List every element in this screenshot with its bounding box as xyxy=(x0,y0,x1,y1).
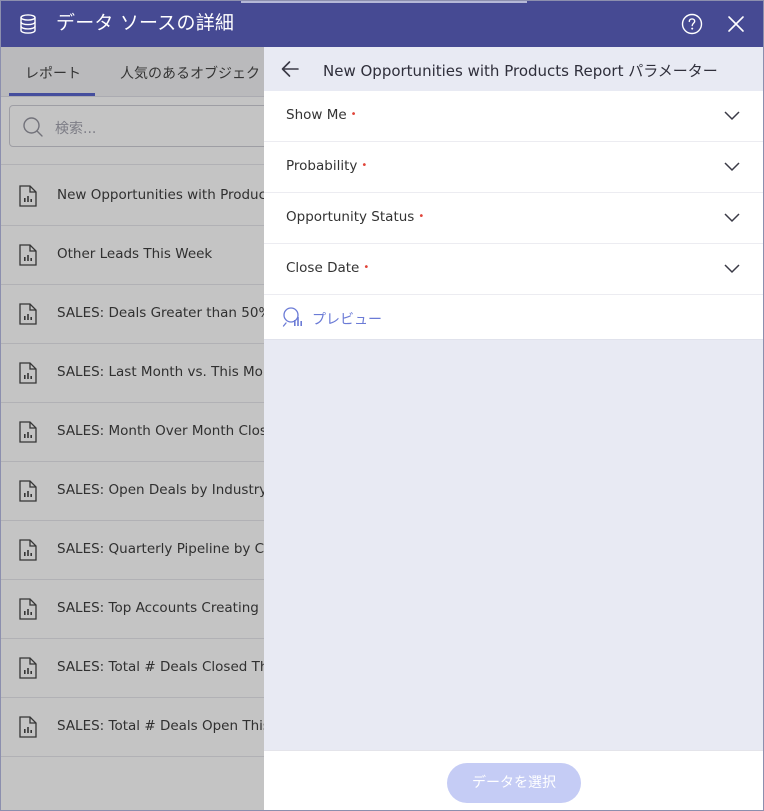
select-data-button[interactable]: データを選択 xyxy=(447,763,581,803)
close-icon[interactable] xyxy=(727,15,745,33)
preview-chart-icon xyxy=(282,307,302,327)
drag-handle xyxy=(241,1,527,3)
title-bar: データ ソースの詳細 xyxy=(1,1,763,47)
chevron-down-icon[interactable] xyxy=(724,109,740,121)
param-probability[interactable]: Probability • xyxy=(264,142,763,193)
required-marker: • xyxy=(350,109,357,120)
dialog-window: データ ソースの詳細 レポート 人気のあるオブジェク 検索... New Opp… xyxy=(0,0,764,811)
chevron-down-icon[interactable] xyxy=(724,211,740,223)
preview-button[interactable]: プレビュー xyxy=(264,295,763,340)
param-label: Opportunity Status • xyxy=(286,209,425,225)
back-arrow-icon[interactable] xyxy=(280,59,300,79)
parameters-panel: New Opportunities with Products Report パ… xyxy=(264,47,763,810)
param-opportunity-status[interactable]: Opportunity Status • xyxy=(264,193,763,244)
window-title: データ ソースの詳細 xyxy=(56,12,235,34)
param-label: Probability • xyxy=(286,158,368,174)
panel-footer: データを選択 xyxy=(264,750,763,810)
required-marker: • xyxy=(361,160,368,171)
panel-header: New Opportunities with Products Report パ… xyxy=(264,47,763,91)
required-marker: • xyxy=(418,211,425,222)
chevron-down-icon[interactable] xyxy=(724,262,740,274)
param-show-me[interactable]: Show Me • xyxy=(264,91,763,142)
param-label: Show Me • xyxy=(286,107,357,123)
help-icon[interactable] xyxy=(681,13,703,35)
modal-overlay[interactable] xyxy=(1,47,264,810)
panel-title: New Opportunities with Products Report パ… xyxy=(323,62,718,80)
chevron-down-icon[interactable] xyxy=(724,160,740,172)
required-marker: • xyxy=(363,262,370,273)
preview-label: プレビュー xyxy=(312,312,382,328)
param-label: Close Date • xyxy=(286,260,370,276)
parameter-list: Show Me • Probability • Opportunity Status… xyxy=(264,91,763,340)
database-icon xyxy=(20,14,36,34)
param-close-date[interactable]: Close Date • xyxy=(264,244,763,295)
